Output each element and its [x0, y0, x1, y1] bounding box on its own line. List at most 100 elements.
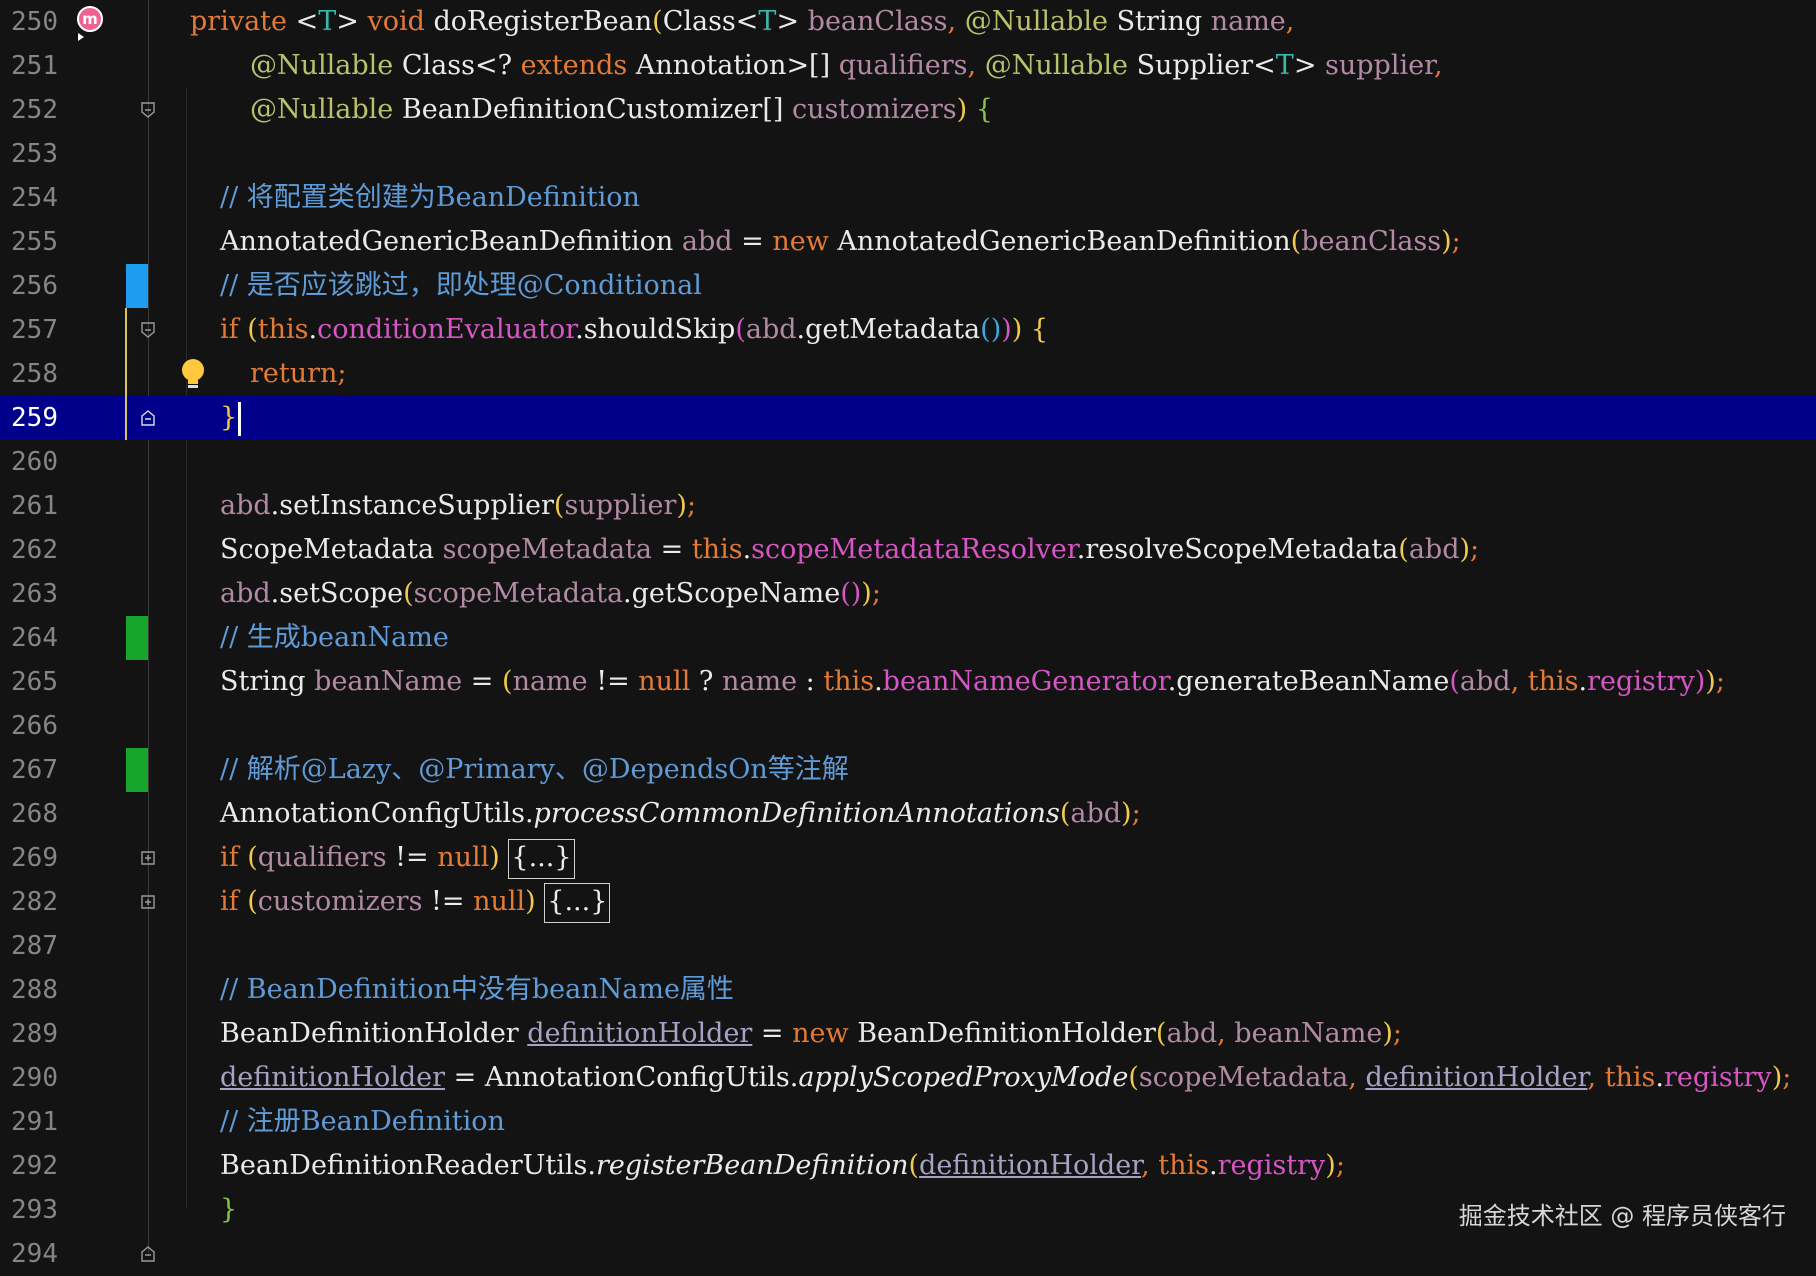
code-line[interactable]: 265 String beanName = (name != null ? nam… — [0, 660, 1816, 704]
code-line[interactable]: 267 // 解析@Lazy、@Primary、@DependsOn等注解 — [0, 748, 1816, 792]
code-line[interactable]: 266 — [0, 704, 1816, 748]
line-number[interactable]: 250 — [0, 0, 58, 44]
fold-end-icon[interactable] — [140, 410, 156, 426]
code-token: { — [975, 94, 993, 125]
method-override-icon[interactable]: m — [72, 3, 108, 43]
code-text[interactable]: ScopeMetadata scopeMetadata = this.scope… — [220, 528, 1479, 572]
line-number[interactable]: 269 — [0, 836, 58, 880]
code-line[interactable]: 255 AnnotatedGenericBeanDefinition abd = … — [0, 220, 1816, 264]
code-token: ) — [1705, 666, 1716, 697]
code-line[interactable]: 263 abd.setScope(scopeMetadata.getScopeNa… — [0, 572, 1816, 616]
line-number[interactable]: 287 — [0, 924, 58, 968]
line-number[interactable]: 260 — [0, 440, 58, 484]
line-number[interactable]: 251 — [0, 44, 58, 88]
line-number[interactable]: 255 — [0, 220, 58, 264]
line-number[interactable]: 290 — [0, 1056, 58, 1100]
code-text[interactable]: // 解析@Lazy、@Primary、@DependsOn等注解 — [220, 748, 849, 792]
fold-end-icon[interactable] — [140, 1246, 156, 1262]
code-editor[interactable]: 250 m private <T> void doRegisterBean(Clas… — [0, 0, 1816, 1269]
line-number[interactable]: 258 — [0, 352, 58, 396]
code-line[interactable]: 292 BeanDefinitionReaderUtils.registerBea… — [0, 1144, 1816, 1188]
code-text[interactable]: private <T> void doRegisterBean(Class<T>… — [190, 0, 1294, 44]
line-number[interactable]: 254 — [0, 176, 58, 220]
line-number[interactable]: 263 — [0, 572, 58, 616]
line-number[interactable]: 256 — [0, 264, 58, 308]
line-number[interactable]: 266 — [0, 704, 58, 748]
line-number[interactable]: 291 — [0, 1100, 58, 1144]
code-line[interactable]: 252 @Nullable BeanDefinitionCustomizer[] … — [0, 88, 1816, 132]
line-number[interactable]: 282 — [0, 880, 58, 924]
folded-code-block[interactable]: {...} — [544, 882, 611, 923]
code-text[interactable]: AnnotationConfigUtils.processCommonDefin… — [220, 792, 1141, 836]
code-line[interactable]: 289 BeanDefinitionHolder definitionHolder… — [0, 1012, 1816, 1056]
code-text[interactable]: BeanDefinitionReaderUtils.registerBeanDe… — [220, 1144, 1345, 1188]
line-number[interactable]: 294 — [0, 1232, 58, 1276]
line-number[interactable]: 252 — [0, 88, 58, 132]
fold-collapse-icon[interactable] — [140, 102, 156, 118]
code-text[interactable]: // 是否应该跳过，即处理@Conditional — [220, 264, 702, 308]
code-text[interactable]: } — [220, 396, 242, 440]
code-line[interactable]: 269 if (qualifiers != null) {...} — [0, 836, 1816, 880]
line-number[interactable]: 288 — [0, 968, 58, 1012]
line-number[interactable]: 267 — [0, 748, 58, 792]
code-text[interactable]: if (this.conditionEvaluator.shouldSkip(a… — [220, 308, 1048, 352]
code-text[interactable]: // BeanDefinition中没有beanName属性 — [220, 968, 734, 1012]
code-line[interactable]: 282 if (customizers != null) {...} — [0, 880, 1816, 924]
code-text[interactable]: String beanName = (name != null ? name :… — [220, 660, 1725, 704]
line-number[interactable]: 261 — [0, 484, 58, 528]
code-text[interactable]: @Nullable Class<? extends Annotation>[] … — [250, 44, 1443, 88]
line-number[interactable]: 264 — [0, 616, 58, 660]
code-text[interactable]: @Nullable BeanDefinitionCustomizer[] cus… — [250, 88, 993, 132]
line-number[interactable]: 265 — [0, 660, 58, 704]
added-line-marker[interactable] — [126, 616, 148, 660]
fold-collapse-icon[interactable] — [140, 322, 156, 338]
code-text[interactable]: return; — [250, 352, 347, 396]
line-number[interactable]: 262 — [0, 528, 58, 572]
code-line[interactable]: 294 — [0, 1232, 1816, 1276]
code-line[interactable]: 262 ScopeMetadata scopeMetadata = this.sc… — [0, 528, 1816, 572]
code-text[interactable]: if (qualifiers != null) {...} — [220, 836, 575, 880]
code-text[interactable]: AnnotatedGenericBeanDefinition abd = new… — [220, 220, 1461, 264]
line-number[interactable]: 253 — [0, 132, 58, 176]
code-line[interactable]: 251 @Nullable Class<? extends Annotation>… — [0, 44, 1816, 88]
folded-code-block[interactable]: {...} — [508, 838, 575, 879]
code-line[interactable]: 256 // 是否应该跳过，即处理@Conditional — [0, 264, 1816, 308]
code-text[interactable]: } — [220, 1188, 237, 1232]
added-line-marker[interactable] — [126, 748, 148, 792]
code-line[interactable]: 258 return; — [0, 352, 1816, 396]
line-number[interactable]: 257 — [0, 308, 58, 352]
code-text[interactable]: // 生成beanName — [220, 616, 449, 660]
code-token: // 是否应该跳过，即处理@Conditional — [220, 270, 702, 301]
code-text[interactable]: // 将配置类创建为BeanDefinition — [220, 176, 640, 220]
code-line[interactable]: 254 // 将配置类创建为BeanDefinition — [0, 176, 1816, 220]
code-line[interactable]: 268 AnnotationConfigUtils.processCommonDe… — [0, 792, 1816, 836]
code-line[interactable]: 261 abd.setInstanceSupplier(supplier); — [0, 484, 1816, 528]
code-text[interactable]: if (customizers != null) {...} — [220, 880, 611, 924]
line-number[interactable]: 289 — [0, 1012, 58, 1056]
code-text[interactable]: BeanDefinitionHolder definitionHolder = … — [220, 1012, 1402, 1056]
code-token: ; — [1392, 1018, 1402, 1049]
code-text[interactable]: abd.setScope(scopeMetadata.getScopeName(… — [220, 572, 881, 616]
fold-expand-icon[interactable] — [140, 850, 156, 866]
code-line[interactable]: 253 — [0, 132, 1816, 176]
code-line[interactable]: 250 m private <T> void doRegisterBean(Clas… — [0, 0, 1816, 44]
line-number[interactable]: 292 — [0, 1144, 58, 1188]
line-number[interactable]: 293 — [0, 1188, 58, 1232]
line-number[interactable]: 259 — [0, 396, 58, 440]
code-text[interactable]: abd.setInstanceSupplier(supplier); — [220, 484, 696, 528]
code-token: Class — [662, 6, 736, 37]
fold-expand-icon[interactable] — [140, 894, 156, 910]
code-line[interactable]: 287 — [0, 924, 1816, 968]
code-line[interactable]: 260 — [0, 440, 1816, 484]
lightbulb-icon[interactable] — [178, 358, 208, 392]
code-text[interactable]: definitionHolder = AnnotationConfigUtils… — [220, 1056, 1791, 1100]
code-line[interactable]: 290 definitionHolder = AnnotationConfigUt… — [0, 1056, 1816, 1100]
modified-line-marker[interactable] — [126, 264, 148, 308]
code-line[interactable]: 291 // 注册BeanDefinition — [0, 1100, 1816, 1144]
code-line[interactable]: 264 // 生成beanName — [0, 616, 1816, 660]
code-line[interactable]: 257 if (this.conditionEvaluator.shouldSki… — [0, 308, 1816, 352]
code-line[interactable]: 288 // BeanDefinition中没有beanName属性 — [0, 968, 1816, 1012]
line-number[interactable]: 268 — [0, 792, 58, 836]
code-line[interactable]: 259} — [0, 396, 1816, 440]
code-text[interactable]: // 注册BeanDefinition — [220, 1100, 505, 1144]
